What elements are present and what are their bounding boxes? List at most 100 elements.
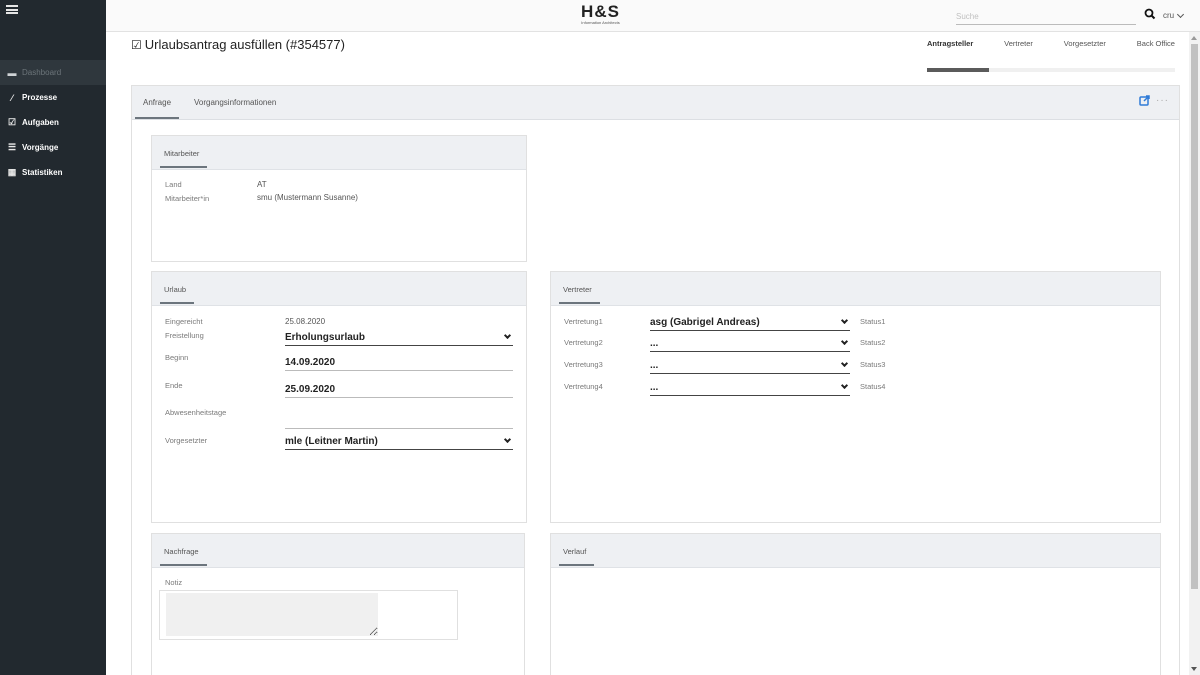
freistellung-label: Freistellung xyxy=(165,331,204,340)
abwesenheitstage-label: Abwesenheitstage xyxy=(165,408,227,417)
panel-title: Verlauf xyxy=(558,547,595,566)
page-title-text: Urlaubsantrag ausfüllen (#354577) xyxy=(144,37,345,52)
chevron-down-icon xyxy=(840,316,849,325)
vertretung3-label: Vertretung3 xyxy=(564,360,603,369)
ende-input[interactable]: 25.09.2020 xyxy=(285,382,513,398)
vertretung1-select[interactable]: asg (Gabrigel Andreas) xyxy=(650,315,850,331)
panel-vertreter: Vertreter Vertretung1 asg (Gabrigel Andr… xyxy=(550,271,1161,523)
sidebar-item-label: Statistiken xyxy=(22,168,63,177)
step-vertreter: Vertreter xyxy=(1004,39,1033,48)
process-steps: Antragsteller Vertreter Vorgesetzter Bac… xyxy=(927,37,1175,72)
vertretung3-select[interactable]: ... xyxy=(650,358,850,374)
main-card: Anfrage Vorgangsinformationen ··· Mitarb… xyxy=(131,85,1180,675)
notiz-label: Notiz xyxy=(165,578,183,587)
scroll-up-icon[interactable] xyxy=(1191,36,1197,40)
tab-bar: Anfrage Vorgangsinformationen ··· xyxy=(132,86,1179,120)
beginn-value: 14.09.2020 xyxy=(285,357,336,368)
magic-wand-icon: ⁄ xyxy=(11,92,13,103)
tab-anfrage[interactable]: Anfrage xyxy=(134,98,180,119)
chevron-down-icon xyxy=(503,435,512,444)
step-vorgesetzter: Vorgesetzter xyxy=(1063,39,1106,48)
step-progress-fill xyxy=(927,68,989,72)
chevron-down-icon xyxy=(503,331,512,340)
sidebar: ▬ Dashboard ⁄ Prozesse ☑ Aufgaben ☰ Vorg… xyxy=(0,0,106,675)
calendar-icon: ▦ xyxy=(7,167,17,177)
mitarbeiter-label: Mitarbeiter*in xyxy=(165,194,210,203)
status2: Status2 xyxy=(860,338,886,347)
chevron-down-icon xyxy=(840,337,849,346)
freistellung-select[interactable]: Erholungsurlaub xyxy=(285,330,513,346)
check-square-icon: ☑ xyxy=(131,37,142,52)
vertretung4-label: Vertretung4 xyxy=(564,382,603,391)
sidebar-item-label: Prozesse xyxy=(22,93,58,102)
vorgesetzter-value: mle (Leitner Martin) xyxy=(285,436,378,447)
vertretung4-select[interactable]: ... xyxy=(650,380,850,396)
chevron-down-icon xyxy=(840,381,849,390)
sidebar-item-label: Aufgaben xyxy=(22,118,59,127)
status4: Status4 xyxy=(860,382,886,391)
mitarbeiter-value: smu (Mustermann Susanne) xyxy=(257,193,358,202)
check-square-icon: ☑ xyxy=(7,117,17,127)
sidebar-nav: ▬ Dashboard ⁄ Prozesse ☑ Aufgaben ☰ Vorg… xyxy=(0,60,106,185)
user-name: cru xyxy=(1163,11,1175,20)
eingereicht-value: 25.08.2020 xyxy=(285,317,326,326)
share-icon[interactable] xyxy=(1139,94,1151,106)
step-antragsteller: Antragsteller xyxy=(927,39,974,48)
laptop-icon: ▬ xyxy=(7,67,17,78)
vertretung2-label: Vertretung2 xyxy=(564,338,603,347)
beginn-label: Beginn xyxy=(165,353,189,362)
vorgesetzter-select[interactable]: mle (Leitner Martin) xyxy=(285,434,513,450)
search-input[interactable] xyxy=(956,9,1136,25)
sidebar-item-label: Vorgänge xyxy=(22,143,59,152)
logo-text: H&S xyxy=(581,2,620,21)
hamburger-menu-icon[interactable] xyxy=(6,5,18,14)
sidebar-item-prozesse[interactable]: ⁄ Prozesse xyxy=(0,85,106,110)
sidebar-item-dashboard[interactable]: ▬ Dashboard xyxy=(0,60,106,85)
panel-mitarbeiter: Mitarbeiter Land AT Mitarbeiter*in smu (… xyxy=(151,135,527,262)
vertretung4-value: ... xyxy=(650,382,659,393)
eingereicht-label: Eingereicht xyxy=(165,317,203,326)
sidebar-item-label: Dashboard xyxy=(22,68,62,77)
panel-urlaub: Urlaub Eingereicht 25.08.2020 Freistellu… xyxy=(151,271,527,523)
panel-verlauf: Verlauf xyxy=(550,533,1161,675)
beginn-input[interactable]: 14.09.2020 xyxy=(285,355,513,371)
step-progress-track xyxy=(927,68,1175,72)
panel-title: Urlaub xyxy=(159,285,195,304)
sidebar-item-vorgaenge[interactable]: ☰ Vorgänge xyxy=(0,135,106,160)
search-icon[interactable] xyxy=(1144,7,1156,21)
chevron-down-icon xyxy=(1177,10,1185,19)
panel-title: Nachfrage xyxy=(160,547,207,566)
ende-label: Ende xyxy=(165,381,183,390)
freistellung-value: Erholungsurlaub xyxy=(285,332,365,343)
user-menu[interactable]: cru xyxy=(1163,10,1185,20)
step-back-office: Back Office xyxy=(1136,39,1175,48)
vorgesetzter-label: Vorgesetzter xyxy=(165,436,208,445)
more-options-icon[interactable]: ··· xyxy=(1156,95,1169,106)
panel-title: Mitarbeiter xyxy=(159,149,208,168)
scroll-down-icon[interactable] xyxy=(1191,667,1197,671)
panel-nachfrage: Nachfrage Notiz xyxy=(151,533,525,675)
tab-vorgangsinformationen[interactable]: Vorgangsinformationen xyxy=(194,98,276,107)
status1: Status1 xyxy=(860,317,886,326)
sidebar-item-statistiken[interactable]: ▦ Statistiken xyxy=(0,160,106,185)
ende-value: 25.09.2020 xyxy=(285,384,336,395)
land-label: Land xyxy=(165,180,182,189)
page-scrollbar[interactable] xyxy=(1189,32,1200,675)
top-bar: H&S Information Architects cru xyxy=(106,0,1200,32)
vertretung2-select[interactable]: ... xyxy=(650,336,850,352)
sidebar-item-aufgaben[interactable]: ☑ Aufgaben xyxy=(0,110,106,135)
abwesenheitstage-input[interactable] xyxy=(285,413,513,429)
land-value: AT xyxy=(257,180,267,189)
notiz-textarea[interactable] xyxy=(166,593,378,636)
vertretung1-value: asg (Gabrigel Andreas) xyxy=(650,317,760,328)
scroll-thumb[interactable] xyxy=(1191,44,1198,589)
chevron-down-icon xyxy=(840,359,849,368)
status3: Status3 xyxy=(860,360,886,369)
logo[interactable]: H&S Information Architects xyxy=(573,3,628,25)
page-title: ☑ Urlaubsantrag ausfüllen (#354577) xyxy=(131,37,345,52)
vertretung1-label: Vertretung1 xyxy=(564,317,603,326)
vertretung2-value: ... xyxy=(650,338,659,349)
vertretung3-value: ... xyxy=(650,360,659,371)
list-icon: ☰ xyxy=(7,142,17,152)
panel-title: Vertreter xyxy=(559,285,600,304)
